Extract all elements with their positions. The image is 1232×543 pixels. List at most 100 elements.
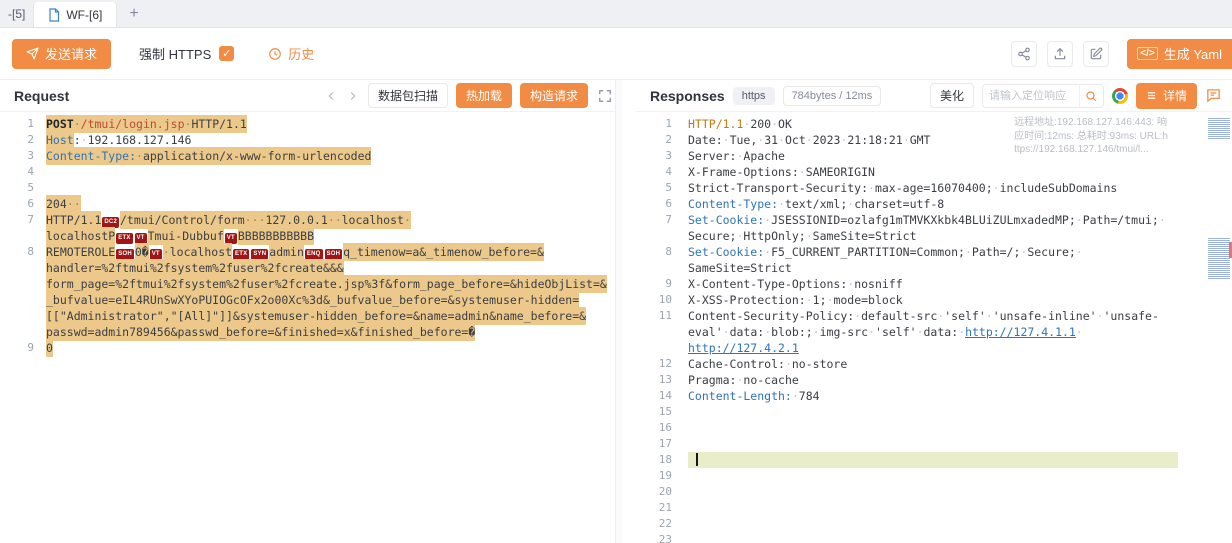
code-line-3[interactable]: 3Content-Type:·application/x-www-form-ur… [0,148,622,164]
line-number: 16 [636,420,672,436]
details-button[interactable]: 详情 [1136,83,1197,109]
share-button[interactable] [1011,41,1037,67]
line-number: 1 [636,116,672,132]
line-number: 21 [636,500,672,516]
control-char-etx: ETX [116,233,132,244]
code-line-8[interactable]: 8REMOTEROLESOH0�VT·localhostETXSYNadminE… [0,244,622,340]
code-line-6[interactable]: 6Content-Type:·text/xml;·charset=utf-8 [636,196,1232,212]
search-icon[interactable] [1079,85,1103,107]
line-number: 1 [0,116,34,132]
toolbar-right-group: </> 生成 Yaml [1011,39,1232,69]
minimap-headers-block [1208,118,1230,140]
line-number: 4 [0,164,34,180]
code-line-19[interactable]: 19 [636,468,1232,484]
line-number: 8 [636,244,672,276]
code-line-20[interactable]: 20 [636,484,1232,500]
code-line-9[interactable]: 90 [0,340,622,356]
line-number: 14 [636,388,672,404]
open-in-chrome-icon[interactable] [1112,88,1128,104]
list-icon [1146,90,1157,101]
code-line-1[interactable]: 1POST·/tmui/login.jsp·HTTP/1.1 [0,116,622,132]
line-number: 22 [636,516,672,532]
hot-reload-button[interactable]: 热加载 [456,83,512,108]
line-number: 3 [636,148,672,164]
beautify-button[interactable]: 美化 [930,83,974,108]
export-button[interactable] [1047,41,1073,67]
protocol-tab-https[interactable]: https [733,87,775,105]
line-number: 9 [636,276,672,292]
force-https-toggle[interactable]: 强制 HTTPS ✓ [139,44,234,63]
code-line-5[interactable]: 5 [0,180,622,196]
code-line-23[interactable]: 23 [636,532,1232,543]
panel-splitter[interactable] [622,80,636,543]
line-number: 12 [636,356,672,372]
code-line-4[interactable]: 4X-Frame-Options:·SAMEORIGIN [636,164,1232,180]
code-line-9[interactable]: 9X-Content-Type-Options:·nosniff [636,276,1232,292]
fullscreen-icon[interactable] [598,89,612,103]
clock-icon [268,47,282,61]
code-line-13[interactable]: 13Pragma:·no-cache [636,372,1232,388]
code-line-4[interactable]: 4 [0,164,622,180]
request-scrollbar[interactable] [615,80,622,543]
response-editor[interactable]: 1HTTP/1.1·200·OK2Date:·Tue,·31·Oct·2023·… [636,112,1232,543]
chevron-right-icon[interactable] [346,89,360,103]
text-cursor [696,453,698,466]
tab-active[interactable]: WF-[6] [33,2,117,27]
request-editor[interactable]: 1POST·/tmui/login.jsp·HTTP/1.12Host:·192… [0,112,622,543]
toolbar: 发送请求 强制 HTTPS ✓ 历史 [0,28,1232,80]
line-number: 9 [0,340,34,356]
add-tab-button[interactable]: + [117,0,150,27]
response-search [982,84,1104,108]
request-panel: Request 数据包扫描 热加载 构造请求 1POST·/tmui/login… [0,80,622,543]
code-line-7[interactable]: 7Set-Cookie:·JSESSIONID=ozlafg1mTMVKXkbk… [636,212,1232,244]
code-line-15[interactable]: 15 [636,404,1232,420]
code-line-22[interactable]: 22 [636,516,1232,532]
line-number: 23 [636,532,672,543]
line-number: 3 [0,148,34,164]
code-line-6[interactable]: 6204·· [0,196,622,212]
line-number: 10 [636,292,672,308]
edit-button[interactable] [1083,41,1109,67]
code-line-11[interactable]: 11Content-Security-Policy:·default-src·'… [636,308,1232,356]
main-split: Request 数据包扫描 热加载 构造请求 1POST·/tmui/login… [0,80,1232,543]
line-number: 15 [636,404,672,420]
code-line-16[interactable]: 16 [636,420,1232,436]
code-line-5[interactable]: 5Strict-Transport-Security:·max-age=1607… [636,180,1232,196]
response-meta-info: 远程地址:192.168.127.146:443: 响应时间:12ms: 总耗时… [1014,116,1168,157]
line-number: 5 [636,180,672,196]
search-input[interactable] [983,85,1079,107]
line-number: 19 [636,468,672,484]
line-number: 18 [636,452,672,468]
code-line-14[interactable]: 14Content-Length:·784 [636,388,1232,404]
history-button[interactable]: 历史 [268,44,314,63]
line-number: 11 [636,308,672,356]
line-number: 6 [0,196,34,212]
force-https-checkbox[interactable]: ✓ [219,46,234,61]
responses-title: Responses [650,88,725,104]
code-line-2[interactable]: 2Host:·192.168.127.146 [0,132,622,148]
send-request-button[interactable]: 发送请求 [12,39,111,69]
code-icon: </> [1137,47,1157,60]
minimap[interactable] [1206,114,1232,543]
packet-scan-button[interactable]: 数据包扫描 [368,83,448,108]
request-title: Request [14,88,69,104]
code-line-12[interactable]: 12Cache-Control:·no-store [636,356,1232,372]
feedback-chat-icon[interactable] [1205,87,1222,104]
code-line-17[interactable]: 17 [636,436,1232,452]
chevron-left-icon[interactable] [324,89,338,103]
tab-previous[interactable]: -[5] [0,0,33,27]
generate-yaml-button[interactable]: </> 生成 Yaml [1127,39,1232,69]
construct-request-button[interactable]: 构造请求 [520,83,588,108]
code-line-10[interactable]: 10X-XSS-Protection:·1;·mode=block [636,292,1232,308]
line-number: 7 [636,212,672,244]
history-label: 历史 [288,44,314,63]
line-number: 7 [0,212,34,244]
request-panel-header: Request 数据包扫描 热加载 构造请求 [0,80,622,112]
code-line-18[interactable]: 18 [636,452,1232,468]
code-line-21[interactable]: 21 [636,500,1232,516]
code-line-8[interactable]: 8Set-Cookie:·F5_CURRENT_PARTITION=Common… [636,244,1232,276]
code-line-7[interactable]: 7HTTP/1.1DC2/tmui/Control/form···127.0.0… [0,212,622,244]
force-https-label: 强制 HTTPS [139,44,211,63]
details-label: 详情 [1163,87,1187,104]
minimap-body-block [1208,238,1230,280]
